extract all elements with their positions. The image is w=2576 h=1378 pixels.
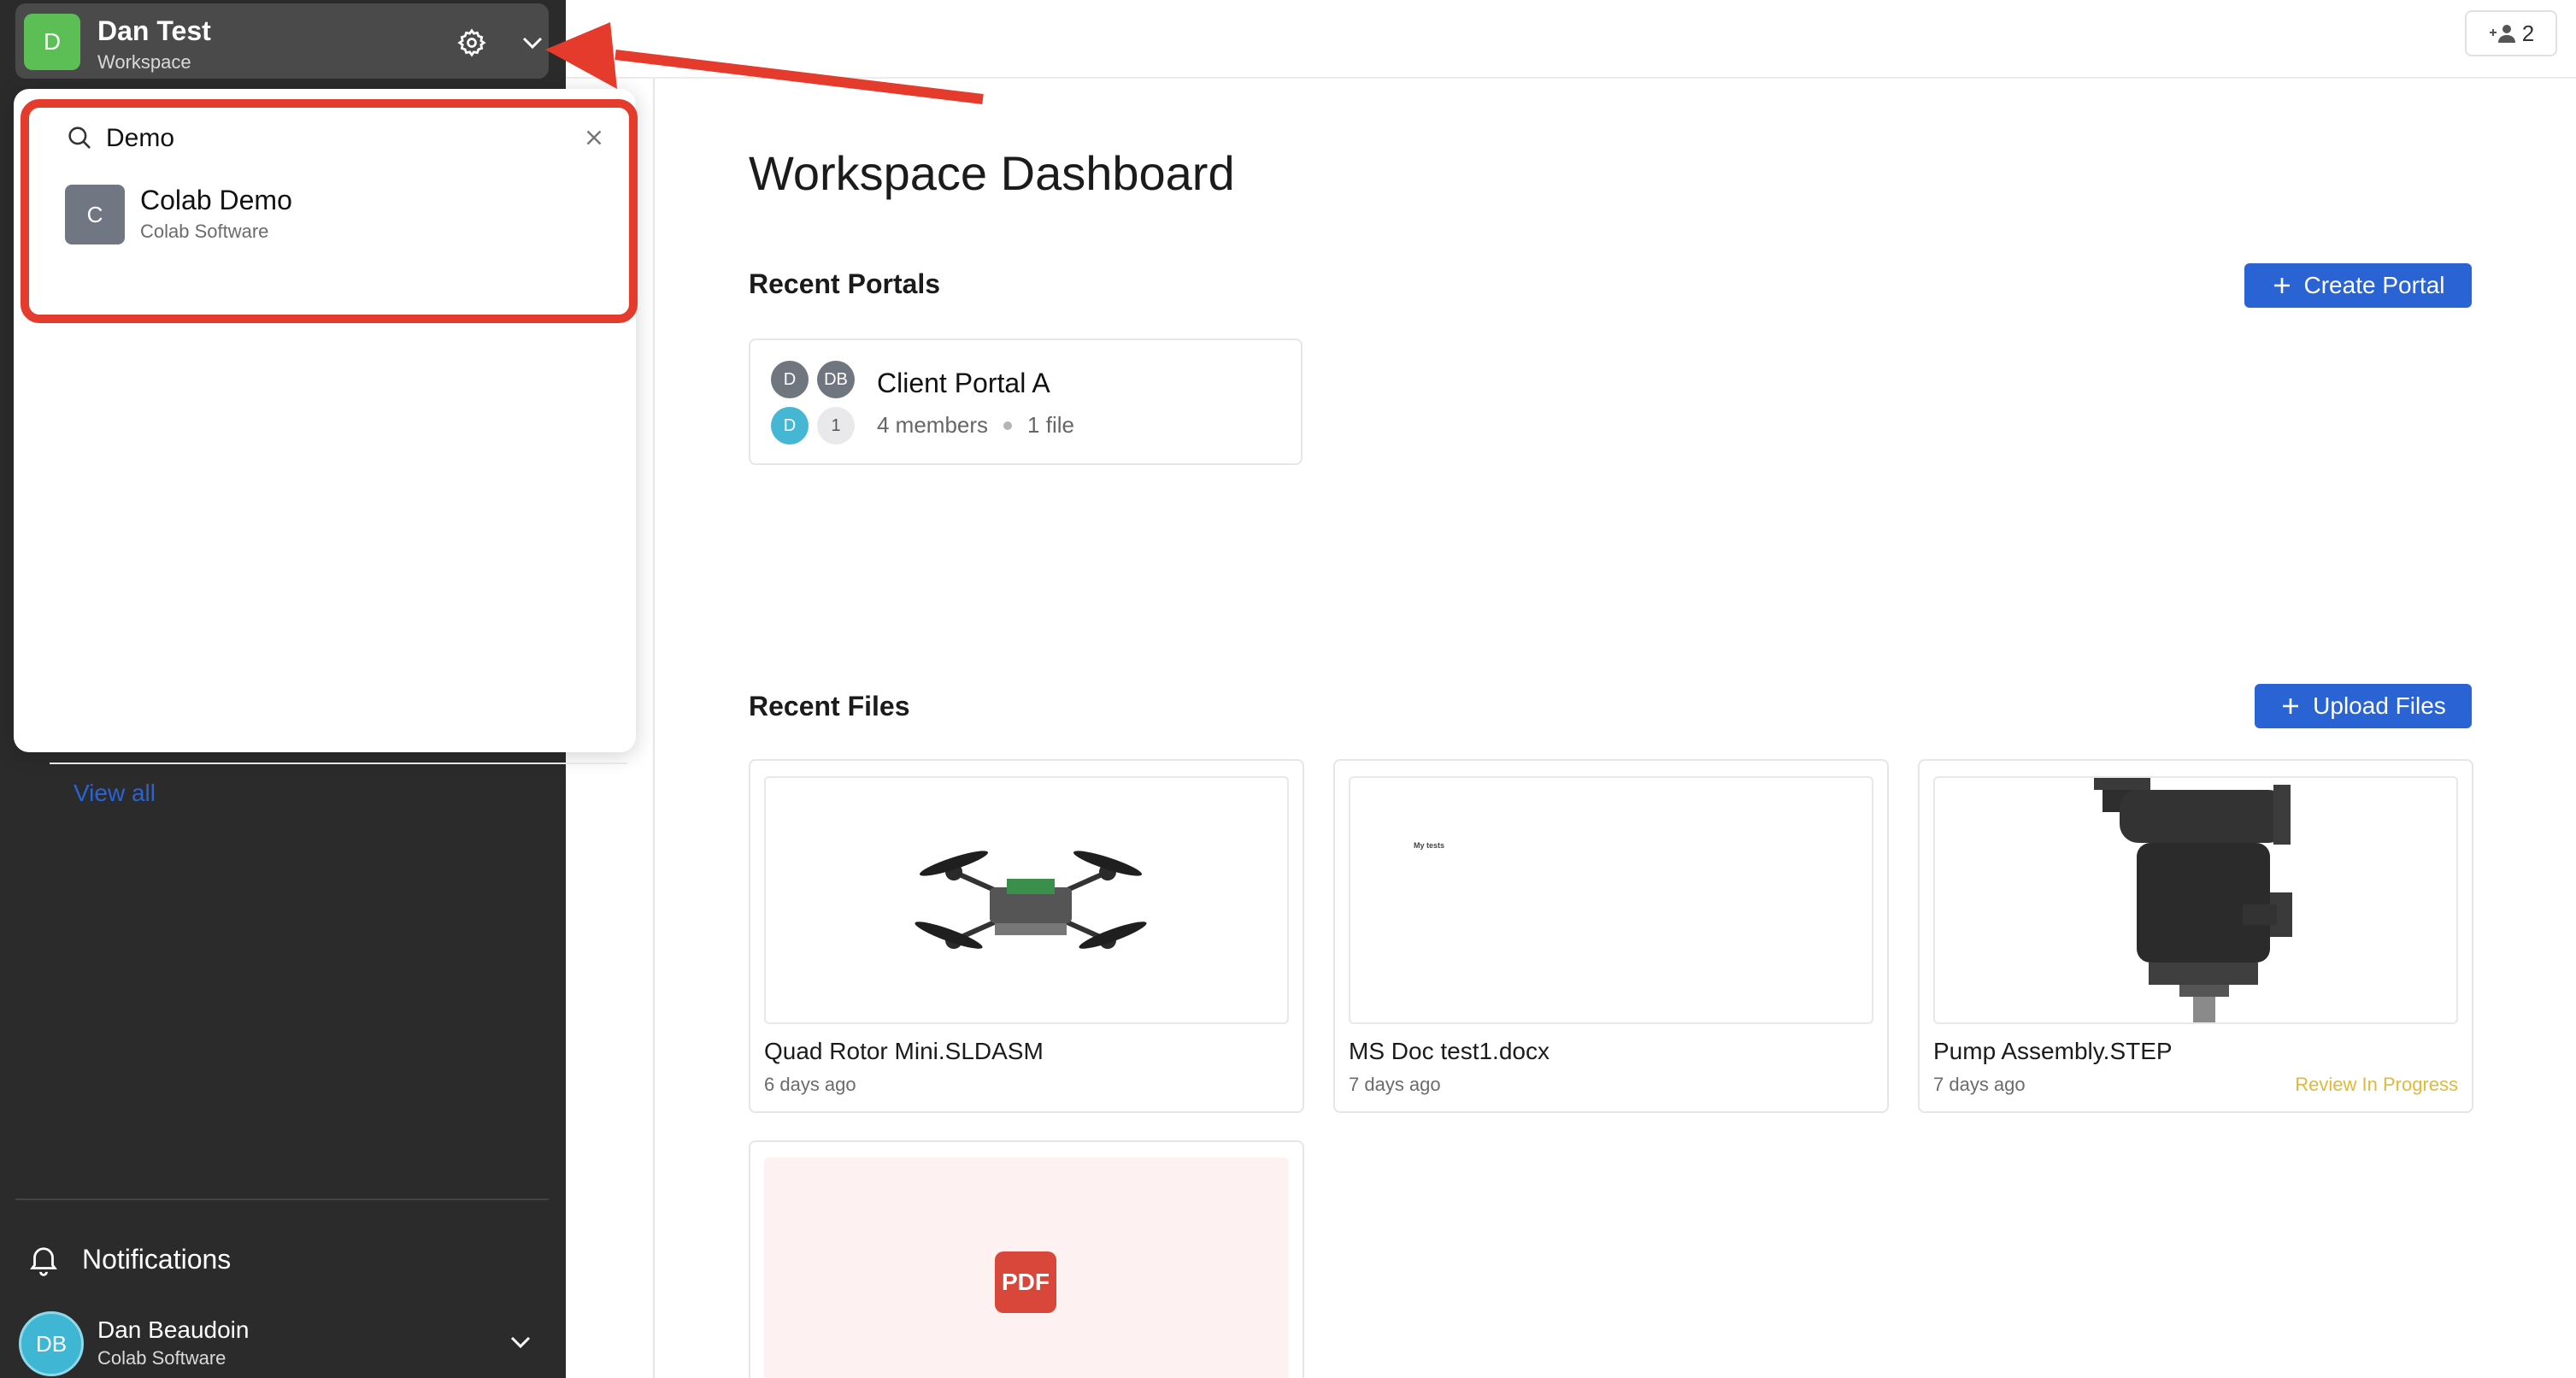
file-thumbnail (764, 776, 1289, 1024)
add-user-icon (2489, 25, 2515, 43)
create-portal-label: Create Portal (2303, 272, 2445, 298)
user-menu[interactable]: DB Dan Beaudoin Colab Software (19, 1310, 549, 1376)
bell-icon (30, 1247, 57, 1276)
avatar: DB (19, 1311, 84, 1376)
upload-files-label: Upload Files (2313, 692, 2446, 719)
members-button[interactable]: 2 (2465, 10, 2557, 56)
file-date: 7 days ago (1349, 1074, 1441, 1095)
file-name: Quad Rotor Mini.SLDASM (764, 1038, 1044, 1064)
workspace-name: Dan Test (97, 15, 211, 46)
view-all-link[interactable]: View all (74, 780, 156, 807)
pdf-icon: PDF (995, 1251, 1056, 1313)
portal-meta: 4 members 1 file (877, 412, 1074, 439)
user-name: Dan Beaudoin (97, 1316, 250, 1343)
workspace-avatar: D (24, 14, 80, 70)
file-card[interactable]: Quad Rotor Mini.SLDASM 6 days ago (749, 759, 1304, 1113)
highlight-annotation (21, 99, 638, 323)
dropdown-divider (50, 763, 627, 764)
file-card[interactable]: PDF (749, 1140, 1304, 1378)
file-name: MS Doc test1.docx (1349, 1038, 1550, 1064)
chevron-down-icon[interactable] (508, 1332, 533, 1352)
file-card[interactable]: My tests MS Doc test1.docx 7 days ago (1333, 759, 1889, 1113)
file-date: 7 days ago (1933, 1074, 2026, 1095)
recent-files-title: Recent Files (749, 691, 910, 721)
arrow-annotation (545, 22, 984, 104)
file-thumbnail: My tests (1349, 776, 1873, 1024)
portal-name: Client Portal A (877, 368, 1050, 398)
avatar: DB (817, 361, 855, 398)
page-title: Workspace Dashboard (749, 146, 1235, 200)
drone-model-icon (915, 851, 1147, 949)
file-date: 6 days ago (764, 1074, 856, 1095)
portal-card[interactable]: D DB D 1 Client Portal A 4 members 1 fil… (749, 339, 1303, 465)
file-thumbnail: PDF (764, 1157, 1289, 1378)
file-thumbnail (1933, 776, 2458, 1024)
workspace-subtitle: Workspace (97, 51, 191, 73)
separator-dot (1003, 421, 1013, 430)
plus-icon (2283, 698, 2299, 714)
avatar: D (771, 361, 809, 398)
create-portal-button[interactable]: Create Portal (2244, 263, 2472, 308)
sidebar-divider (15, 1198, 549, 1200)
upload-files-button[interactable]: Upload Files (2255, 684, 2472, 728)
gear-icon[interactable] (456, 27, 487, 58)
portal-files: 1 file (1027, 412, 1074, 438)
notifications-item[interactable]: Notifications (26, 1238, 231, 1281)
portal-members: 4 members (877, 412, 989, 438)
main-content: Workspace Dashboard Recent Portals Creat… (656, 79, 2576, 1378)
file-card[interactable]: Pump Assembly.STEP 7 days ago Review In … (1918, 759, 2473, 1113)
workspace-switcher[interactable]: D Dan Test Workspace (15, 3, 549, 79)
avatar-overflow-count: 1 (817, 407, 855, 445)
status-badge: Review In Progress (2295, 1074, 2458, 1095)
notifications-label: Notifications (82, 1243, 232, 1275)
members-count: 2 (2521, 20, 2535, 46)
avatar: D (771, 407, 809, 445)
plus-icon (2273, 278, 2290, 293)
file-name: Pump Assembly.STEP (1933, 1038, 2173, 1064)
recent-portals-title: Recent Portals (749, 268, 941, 299)
doc-preview-text: My tests (1414, 841, 1445, 850)
pump-model-icon (2094, 778, 2292, 1022)
user-org: Colab Software (97, 1347, 226, 1369)
